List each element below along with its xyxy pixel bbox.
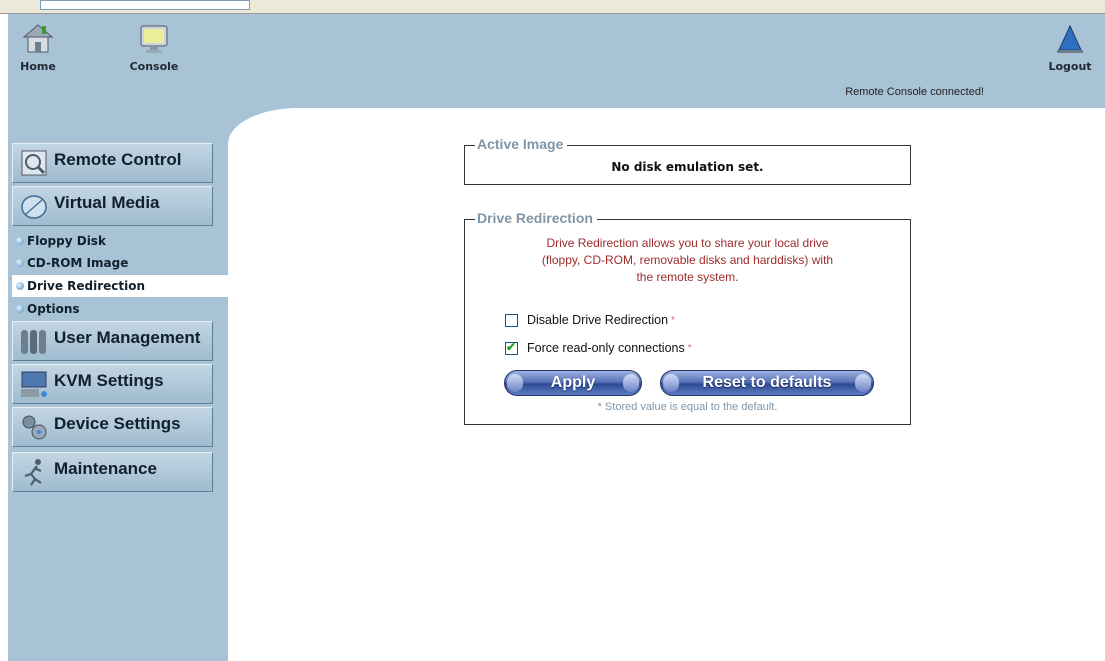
disable-drive-redirection-label: Disable Drive Redirection bbox=[527, 313, 669, 327]
sidebar-item-options[interactable]: Options bbox=[12, 298, 228, 320]
sidebar-item-user-management[interactable]: User Management bbox=[12, 321, 213, 361]
active-image-panel: Active Image No disk emulation set. bbox=[464, 136, 911, 185]
sub-item-label: Drive Redirection bbox=[27, 279, 146, 293]
runner-icon bbox=[16, 454, 52, 490]
browser-toolbar-strip bbox=[0, 0, 1105, 14]
monitor-icon bbox=[140, 25, 168, 53]
home-label: Home bbox=[20, 60, 56, 73]
logout-icon bbox=[1057, 24, 1083, 53]
apply-button[interactable]: Apply bbox=[504, 370, 642, 396]
description-line: (floppy, CD-ROM, removable disks and har… bbox=[541, 253, 834, 267]
button-cap bbox=[623, 374, 639, 392]
drive-redirection-panel: Drive Redirection Drive Redirection allo… bbox=[464, 210, 911, 425]
default-value-footnote: * Stored value is equal to the default. bbox=[597, 401, 778, 413]
sub-item-label: Options bbox=[27, 302, 80, 316]
disable-drive-redirection-option[interactable]: Disable Drive Redirection * bbox=[505, 313, 675, 327]
users-icon bbox=[16, 323, 52, 359]
reset-to-defaults-button[interactable]: Reset to defaults bbox=[660, 370, 874, 396]
sidebar-item-remote-control[interactable]: Remote Control bbox=[12, 143, 213, 183]
bullet-icon bbox=[16, 259, 24, 267]
address-bar[interactable] bbox=[40, 0, 250, 10]
sidebar-label-virtual-media: Virtual Media bbox=[54, 193, 160, 212]
button-cap bbox=[507, 374, 523, 392]
force-readonly-option[interactable]: ✔ Force read-only connections * bbox=[505, 339, 692, 355]
reset-button-label: Reset to defaults bbox=[702, 374, 832, 391]
checkmark-icon: ✔ bbox=[506, 339, 517, 354]
sidebar-label-maintenance: Maintenance bbox=[54, 459, 157, 478]
keyboard-monitor-icon bbox=[16, 366, 52, 402]
logout-label: Logout bbox=[1048, 60, 1092, 73]
sub-item-label: Floppy Disk bbox=[27, 234, 106, 248]
disable-drive-redirection-checkbox[interactable] bbox=[505, 313, 518, 327]
home-button[interactable]: Home bbox=[18, 22, 58, 73]
sidebar-item-kvm-settings[interactable]: KVM Settings bbox=[12, 364, 213, 404]
active-image-legend: Active Image bbox=[475, 136, 568, 152]
home-icon bbox=[22, 24, 54, 53]
magnifier-icon bbox=[16, 145, 52, 181]
button-cap bbox=[663, 374, 679, 392]
button-cap bbox=[855, 374, 871, 392]
sidebar-item-maintenance[interactable]: Maintenance bbox=[12, 452, 213, 492]
disk-icon bbox=[16, 188, 52, 224]
description-line: Drive Redirection allows you to share yo… bbox=[546, 236, 829, 250]
sidebar-label-remote-control: Remote Control bbox=[54, 150, 182, 169]
apply-button-label: Apply bbox=[550, 374, 596, 391]
sidebar-item-device-settings[interactable]: Device Settings bbox=[12, 407, 213, 447]
force-readonly-label: Force read-only connections bbox=[527, 341, 685, 355]
sub-item-label: CD-ROM Image bbox=[27, 256, 129, 270]
active-image-status: No disk emulation set. bbox=[611, 160, 764, 174]
sidebar-item-virtual-media[interactable]: Virtual Media bbox=[12, 186, 213, 226]
sidebar-item-drive-redirection[interactable]: Drive Redirection bbox=[12, 275, 228, 297]
default-marker: * bbox=[671, 314, 675, 326]
connection-status: Remote Console connected! bbox=[845, 86, 984, 98]
drive-redirection-description: Drive Redirection allows you to share yo… bbox=[465, 235, 910, 286]
sidebar-item-floppy-disk[interactable]: Floppy Disk bbox=[12, 230, 228, 252]
description-line: the remote system. bbox=[636, 270, 739, 284]
console-button[interactable]: Console bbox=[124, 22, 184, 73]
logout-button[interactable]: Logout bbox=[1040, 22, 1100, 73]
sidebar-item-cd-rom-image[interactable]: CD-ROM Image bbox=[12, 252, 228, 274]
sidebar-label-kvm-settings: KVM Settings bbox=[54, 371, 164, 390]
console-label: Console bbox=[129, 60, 179, 73]
sidebar-label-device-settings: Device Settings bbox=[54, 414, 181, 433]
gears-icon bbox=[16, 409, 52, 445]
sidebar-label-user-management: User Management bbox=[54, 328, 201, 347]
bullet-icon bbox=[16, 305, 24, 313]
default-marker: * bbox=[687, 342, 692, 354]
bullet-icon bbox=[16, 237, 24, 245]
drive-redirection-legend: Drive Redirection bbox=[475, 210, 597, 226]
bullet-icon bbox=[16, 282, 24, 290]
force-readonly-checkbox[interactable]: ✔ bbox=[505, 339, 518, 355]
